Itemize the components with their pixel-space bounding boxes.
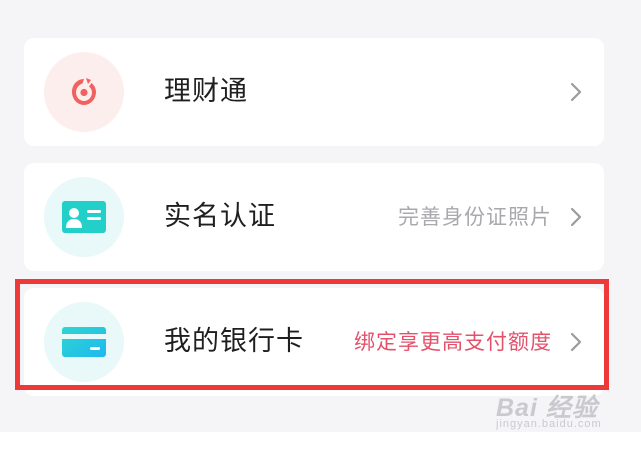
chevron-right-icon	[570, 82, 582, 102]
menu-item-label: 实名认证	[164, 201, 276, 232]
chevron-right-icon	[570, 207, 582, 227]
menu-item-label: 理财通	[164, 76, 248, 107]
menu-item-my-bank-cards[interactable]: 我的银行卡 绑定享更高支付额度	[24, 288, 604, 396]
watermark-url: jingyan.baidu.com	[496, 418, 602, 430]
baidu-jingyan-watermark: Bai 经验 jingyan.baidu.com	[496, 388, 626, 436]
menu-item-label: 我的银行卡	[164, 326, 304, 357]
menu-item-licaitong[interactable]: 理财通	[24, 38, 604, 146]
bank-card-icon	[44, 302, 124, 382]
menu-item-promo: 绑定享更高支付额度	[354, 330, 552, 354]
menu-item-hint: 完善身份证照片	[398, 205, 552, 229]
chevron-right-icon	[570, 332, 582, 352]
wealth-management-icon	[44, 52, 124, 132]
id-card-icon	[44, 177, 124, 257]
menu-item-real-name-auth[interactable]: 实名认证 完善身份证照片	[24, 163, 604, 271]
